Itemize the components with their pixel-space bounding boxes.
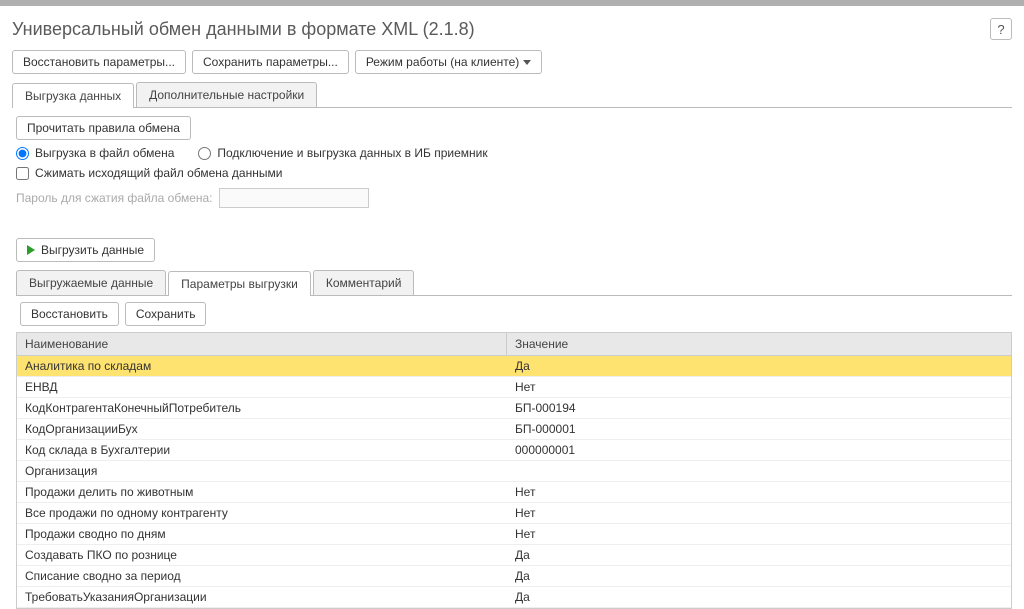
cell-value[interactable]: Да	[507, 545, 1011, 565]
table-row[interactable]: КодКонтрагентаКонечныйПотребительБП-0001…	[17, 398, 1011, 419]
tab-export-data[interactable]: Выгрузка данных	[12, 83, 134, 108]
restore-button[interactable]: Восстановить	[20, 302, 119, 326]
help-button[interactable]: ?	[990, 18, 1012, 40]
params-table: Наименование Значение Аналитика по склад…	[16, 332, 1012, 609]
cell-name: Все продажи по одному контрагенту	[17, 503, 507, 523]
read-rules-button[interactable]: Прочитать правила обмена	[16, 116, 191, 140]
compress-checkbox[interactable]	[16, 167, 29, 180]
table-row[interactable]: Создавать ПКО по розницеДа	[17, 545, 1011, 566]
save-button[interactable]: Сохранить	[125, 302, 207, 326]
mode-dropdown-label: Режим работы (на клиенте)	[366, 55, 519, 69]
cell-value[interactable]: Нет	[507, 503, 1011, 523]
cell-name: Продажи сводно по дням	[17, 524, 507, 544]
cell-name: Аналитика по складам	[17, 356, 507, 376]
mode-dropdown-button[interactable]: Режим работы (на клиенте)	[355, 50, 542, 74]
cell-name: Списание сводно за период	[17, 566, 507, 586]
restore-params-button[interactable]: Восстановить параметры...	[12, 50, 186, 74]
table-row[interactable]: Продажи сводно по днямНет	[17, 524, 1011, 545]
cell-value[interactable]: Да	[507, 566, 1011, 586]
th-value: Значение	[507, 333, 1011, 355]
table-row[interactable]: Все продажи по одному контрагентуНет	[17, 503, 1011, 524]
cell-name: Продажи делить по животным	[17, 482, 507, 502]
tab-exported-data[interactable]: Выгружаемые данные	[16, 270, 166, 295]
cell-name: КодКонтрагентаКонечныйПотребитель	[17, 398, 507, 418]
chevron-down-icon	[523, 60, 531, 65]
cell-name: ЕНВД	[17, 377, 507, 397]
cell-name: КодОрганизацииБух	[17, 419, 507, 439]
compress-label: Сжимать исходящий файл обмена данными	[35, 166, 282, 180]
table-row[interactable]: Списание сводно за периодДа	[17, 566, 1011, 587]
cell-value[interactable]: Нет	[507, 377, 1011, 397]
radio-export-to-file[interactable]	[16, 147, 29, 160]
table-row[interactable]: КодОрганизацииБухБП-000001	[17, 419, 1011, 440]
password-input	[219, 188, 369, 208]
inner-tabs: Выгружаемые данные Параметры выгрузки Ко…	[16, 270, 1012, 296]
cell-value[interactable]: БП-000194	[507, 398, 1011, 418]
cell-value[interactable]: Нет	[507, 524, 1011, 544]
tab-additional-settings[interactable]: Дополнительные настройки	[136, 82, 317, 107]
th-name: Наименование	[17, 333, 507, 355]
cell-name: ТребоватьУказанияОрганизации	[17, 587, 507, 607]
cell-name: Код склада в Бухгалтерии	[17, 440, 507, 460]
play-icon	[27, 245, 35, 255]
tab-comment[interactable]: Комментарий	[313, 270, 415, 295]
radio-export-to-file-label: Выгрузка в файл обмена	[35, 146, 174, 160]
top-tabs: Выгрузка данных Дополнительные настройки	[12, 82, 1012, 108]
save-params-button[interactable]: Сохранить параметры...	[192, 50, 349, 74]
password-label: Пароль для сжатия файла обмена:	[16, 191, 213, 205]
table-row[interactable]: Продажи делить по животнымНет	[17, 482, 1011, 503]
table-row[interactable]: Код склада в Бухгалтерии000000001	[17, 440, 1011, 461]
page-title: Универсальный обмен данными в формате XM…	[12, 19, 475, 40]
table-row[interactable]: ТребоватьУказанияОрганизацииДа	[17, 587, 1011, 608]
table-row[interactable]: ЕНВДНет	[17, 377, 1011, 398]
table-header: Наименование Значение	[17, 332, 1011, 356]
cell-value[interactable]: Да	[507, 356, 1011, 376]
radio-export-to-ib-label: Подключение и выгрузка данных в ИБ прием…	[217, 146, 487, 160]
export-data-button[interactable]: Выгрузить данные	[16, 238, 155, 262]
cell-value[interactable]: 000000001	[507, 440, 1011, 460]
cell-value[interactable]: БП-000001	[507, 419, 1011, 439]
table-row[interactable]: Организация	[17, 461, 1011, 482]
tab-export-params[interactable]: Параметры выгрузки	[168, 271, 311, 296]
table-row[interactable]: Аналитика по складамДа	[17, 356, 1011, 377]
cell-name: Создавать ПКО по рознице	[17, 545, 507, 565]
radio-export-to-ib[interactable]	[198, 147, 211, 160]
export-data-button-label: Выгрузить данные	[41, 243, 144, 257]
cell-value[interactable]	[507, 461, 1011, 481]
cell-value[interactable]: Да	[507, 587, 1011, 607]
cell-value[interactable]: Нет	[507, 482, 1011, 502]
cell-name: Организация	[17, 461, 507, 481]
main-toolbar: Восстановить параметры... Сохранить пара…	[12, 50, 1012, 74]
